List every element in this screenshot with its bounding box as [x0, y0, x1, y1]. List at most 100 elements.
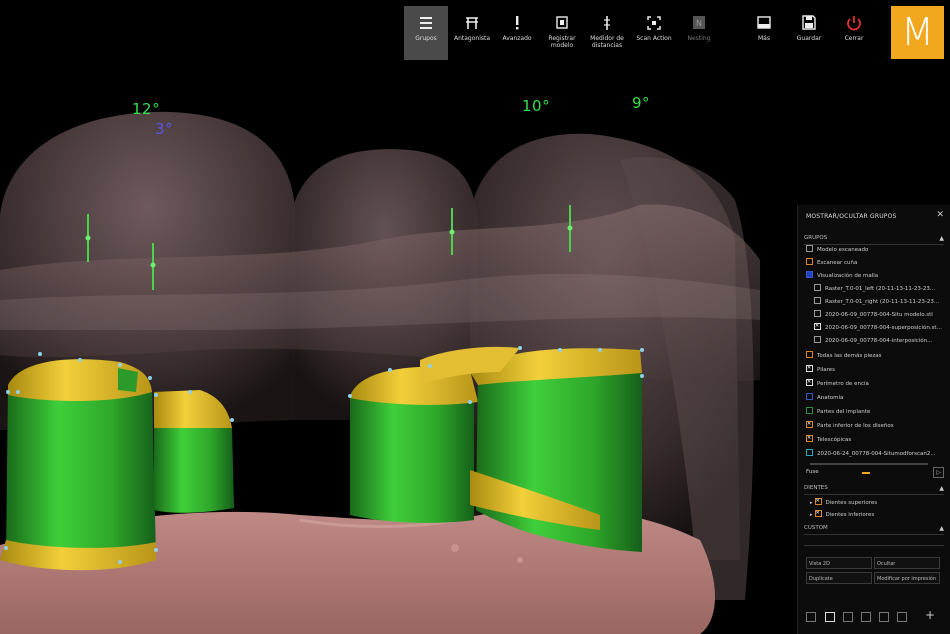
svg-text:N: N	[696, 19, 702, 28]
view-icon[interactable]	[897, 612, 907, 622]
section-custom[interactable]: CUSTOM ▲	[804, 525, 944, 535]
list-item[interactable]: ▸Dientes inferiores	[810, 510, 874, 520]
antagonist-button[interactable]: Antagonista	[450, 6, 494, 60]
fuse-indicator[interactable]	[862, 472, 870, 474]
scan-action-button[interactable]: Scan Action	[632, 6, 676, 60]
view-icon[interactable]	[879, 612, 889, 622]
register-model-button[interactable]: Registrar modelo	[540, 6, 584, 60]
field-value[interactable]: Modificar por impresión	[874, 572, 940, 584]
list-item[interactable]: Partes del implante	[806, 407, 870, 417]
save-button[interactable]: Guardar	[787, 6, 831, 60]
item-label: Modelo escaneado	[817, 247, 869, 253]
chevron-up-icon[interactable]: ▲	[939, 235, 944, 242]
logo-letter: M	[901, 10, 934, 54]
checkbox[interactable]	[814, 498, 822, 506]
checkbox[interactable]	[814, 297, 821, 304]
list-item[interactable]: Escanear cuña	[806, 258, 857, 268]
checkbox[interactable]	[806, 393, 813, 400]
nesting-button[interactable]: N Nesting	[677, 6, 721, 60]
list-item[interactable]: Todas las demás piezas	[806, 351, 882, 361]
list-item[interactable]: Anatomía	[806, 393, 843, 403]
list-item[interactable]: Raster_T.0-01_right (20-11-13-11-23-23..…	[814, 297, 949, 307]
exclamation-icon	[516, 16, 519, 30]
more-icon	[757, 16, 771, 29]
item-label: Raster_T.0-01_right (20-11-13-11-23-23..…	[825, 299, 940, 305]
abutment-3	[350, 366, 478, 523]
close-icon[interactable]: ✕	[936, 210, 944, 220]
list-item[interactable]: Modelo escaneado	[806, 245, 868, 255]
horizontal-scrollbar[interactable]	[810, 463, 928, 465]
more-label: Más	[758, 35, 770, 42]
list-item[interactable]: Pilares	[806, 365, 835, 375]
divider	[804, 545, 944, 546]
checkbox[interactable]	[806, 421, 813, 429]
list-item[interactable]: Perímetro de encía	[806, 379, 869, 389]
list-item[interactable]: Parte inferior de los diseños	[806, 421, 894, 431]
list-item[interactable]: 2020-06-09_00778-004-Situ modelo.stl	[814, 310, 949, 320]
more-button[interactable]: Más	[742, 6, 786, 60]
checkbox[interactable]	[814, 310, 821, 317]
checkbox[interactable]	[806, 449, 813, 456]
section-grupos[interactable]: GRUPOS ▲	[804, 235, 944, 245]
list-item[interactable]: 2020-06-09_00778-004-superposición.st...	[814, 323, 949, 333]
fuse-row: Fuse	[806, 467, 819, 477]
field-label: Vista 2D	[806, 557, 872, 569]
register-model-label: Registrar modelo	[548, 35, 576, 49]
fuse-label: Fuse	[806, 469, 819, 475]
register-model-icon	[556, 16, 568, 29]
groups-button[interactable]: Grupos	[404, 6, 448, 60]
item-label: Dientes inferiores	[825, 512, 875, 518]
checkbox[interactable]	[814, 336, 821, 343]
item-label: Parte inferior de los diseños	[817, 423, 894, 429]
distance-meter-label: Medidor de distancias	[590, 35, 624, 49]
checkbox[interactable]	[806, 435, 813, 443]
list-item[interactable]: 2020-06-24_00778-004-Situmodforscan2...	[806, 449, 946, 459]
distance-meter-button[interactable]: Medidor de distancias	[585, 6, 629, 60]
item-label: Telescópicas	[817, 437, 852, 443]
checkbox[interactable]	[806, 379, 813, 387]
view-icon[interactable]	[825, 612, 835, 622]
item-label: 2020-06-09_00778-004-superposición.st...	[825, 325, 942, 331]
view-icon[interactable]	[861, 612, 871, 622]
close-button[interactable]: Cerrar	[832, 6, 876, 60]
checkbox[interactable]	[806, 407, 813, 414]
list-item[interactable]: Telescópicas	[806, 435, 851, 445]
checkbox[interactable]	[806, 245, 813, 252]
item-label: Visualización de malla	[817, 273, 879, 279]
checkbox[interactable]	[806, 271, 813, 278]
chevron-up-icon[interactable]: ▲	[939, 525, 944, 532]
item-label: Raster_T.0-01_left (20-11-13-11-23-23...	[825, 286, 936, 292]
app-logo[interactable]: M	[891, 6, 944, 59]
groups-label: Grupos	[415, 35, 437, 42]
chevron-up-icon[interactable]: ▲	[939, 485, 944, 492]
checkbox[interactable]	[814, 284, 821, 291]
checkbox[interactable]	[806, 258, 813, 265]
checkbox[interactable]	[806, 365, 813, 373]
section-dientes[interactable]: DIENTES ▲	[804, 485, 944, 495]
section-label: CUSTOM	[804, 525, 828, 531]
list-item[interactable]: 2020-06-09_00778-004-interposición...	[814, 336, 949, 346]
menu-icon	[420, 17, 432, 29]
advanced-button[interactable]: Avanzado	[495, 6, 539, 60]
save-label: Guardar	[796, 35, 822, 42]
power-icon	[847, 16, 861, 31]
play-icon[interactable]: ▷	[933, 467, 944, 478]
list-item[interactable]: Visualización de malla	[806, 271, 878, 281]
field-value[interactable]: Ocultar	[874, 557, 940, 569]
panel-title: MOSTRAR/OCULTAR GRUPOS	[806, 213, 897, 220]
checkbox[interactable]	[814, 510, 822, 518]
item-label: Anatomía	[817, 395, 844, 401]
view-icon[interactable]	[843, 612, 853, 622]
item-label: 2020-06-24_00778-004-Situmodforscan2...	[817, 451, 936, 457]
item-label: Partes del implante	[817, 409, 871, 415]
checkbox[interactable]	[814, 323, 821, 331]
add-icon[interactable]: +	[925, 608, 935, 622]
nesting-label: Nesting	[687, 35, 711, 42]
list-item[interactable]: ▸Dientes superiores	[810, 498, 877, 508]
advanced-label: Avanzado	[502, 35, 532, 42]
item-label: Dientes superiores	[825, 500, 878, 506]
list-item[interactable]: Raster_T.0-01_left (20-11-13-11-23-23...	[814, 284, 949, 294]
checkbox[interactable]	[806, 351, 813, 358]
antagonist-label: Antagonista	[453, 35, 491, 42]
view-icon[interactable]	[806, 612, 816, 622]
